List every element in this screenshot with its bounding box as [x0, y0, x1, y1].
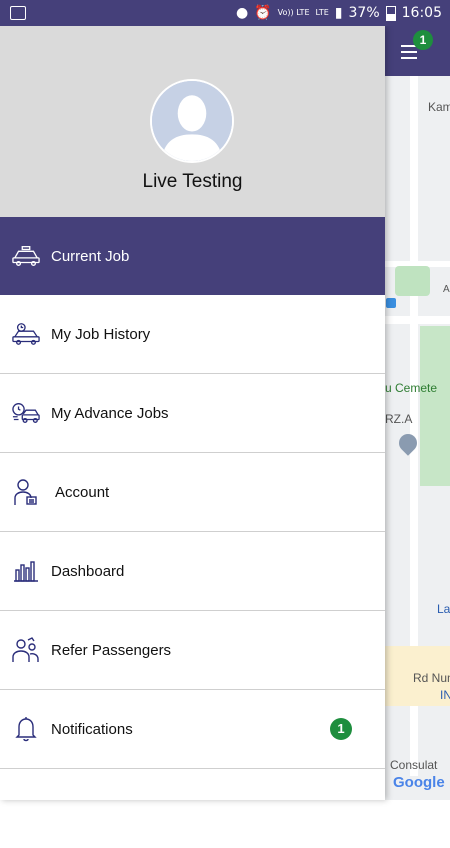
lte-label: LTE — [315, 8, 329, 17]
map-label: Consulat — [390, 758, 438, 772]
bar-chart-icon — [12, 557, 40, 585]
map-label: Kam — [428, 100, 450, 114]
taxi-icon — [12, 242, 40, 270]
notification-count-badge: 1 — [330, 718, 352, 740]
map-label: La — [437, 602, 450, 616]
menu-item-label: My Job History — [51, 325, 151, 343]
profile-name: Live Testing — [142, 171, 243, 192]
bus-stop-icon[interactable] — [386, 298, 396, 308]
car-history-icon — [12, 320, 40, 348]
menu-item-partial[interactable] — [0, 769, 385, 848]
notification-app-icon — [10, 6, 26, 20]
menu-item-label: Dashboard — [51, 562, 125, 580]
map-park — [395, 266, 430, 296]
map-toolbar: 1 — [385, 26, 450, 76]
menu-item-account[interactable]: Account — [0, 453, 385, 532]
map-cemetery — [420, 326, 450, 486]
map-label: u Cemete — [385, 381, 438, 395]
map-road — [385, 316, 450, 324]
clock-time: 16:05 — [401, 5, 442, 21]
menu-item-label: Account — [55, 483, 110, 501]
volte-label: Vo)) LTE — [277, 8, 310, 17]
menu-item-advance-jobs[interactable]: My Advance Jobs — [0, 374, 385, 453]
menu-item-job-history[interactable]: My Job History — [0, 295, 385, 374]
avatar[interactable] — [150, 79, 234, 163]
status-left — [8, 6, 26, 20]
battery-icon — [385, 5, 396, 21]
map-label: Rd Num — [413, 671, 450, 685]
status-bar: ● ⏰ Vo)) LTE LTE ▮ 37% 16:05 — [0, 0, 450, 26]
menu-item-dashboard[interactable]: Dashboard — [0, 532, 385, 611]
default-avatar-icon — [152, 81, 232, 161]
menu-badge: 1 — [413, 30, 433, 50]
battery-percent: 37% — [348, 5, 380, 21]
menu-item-label: Notifications — [51, 720, 133, 738]
navigation-drawer: Live Testing Current Job My Job History — [0, 26, 385, 800]
location-icon: ● — [236, 5, 249, 21]
bell-icon — [12, 715, 40, 743]
status-right: ● ⏰ Vo)) LTE LTE ▮ 37% 16:05 — [236, 5, 442, 21]
menu-item-label: Current Job — [51, 247, 130, 265]
google-logo: Google — [393, 774, 445, 791]
menu-item-notifications[interactable]: Notifications 1 — [0, 690, 385, 769]
map-view[interactable]: Kam A u Cemete RZ.A La Rd Num IN Consula… — [385, 26, 450, 800]
users-refer-icon — [12, 636, 40, 664]
signal-icon: ▮ — [334, 5, 343, 21]
menu-item-label: Refer Passengers — [51, 641, 172, 659]
map-label: IN — [440, 688, 450, 702]
car-clock-icon — [12, 399, 40, 427]
menu-item-current-job[interactable]: Current Job — [0, 217, 385, 295]
profile-header: Live Testing — [0, 26, 385, 217]
alarm-icon: ⏰ — [254, 5, 272, 21]
menu-item-refer-passengers[interactable]: Refer Passengers — [0, 611, 385, 690]
hamburger-menu-icon[interactable] — [401, 45, 417, 59]
map-label: A — [443, 284, 450, 295]
menu-item-label: My Advance Jobs — [51, 404, 169, 422]
map-label: RZ.A — [385, 412, 413, 426]
account-user-icon — [12, 478, 40, 506]
